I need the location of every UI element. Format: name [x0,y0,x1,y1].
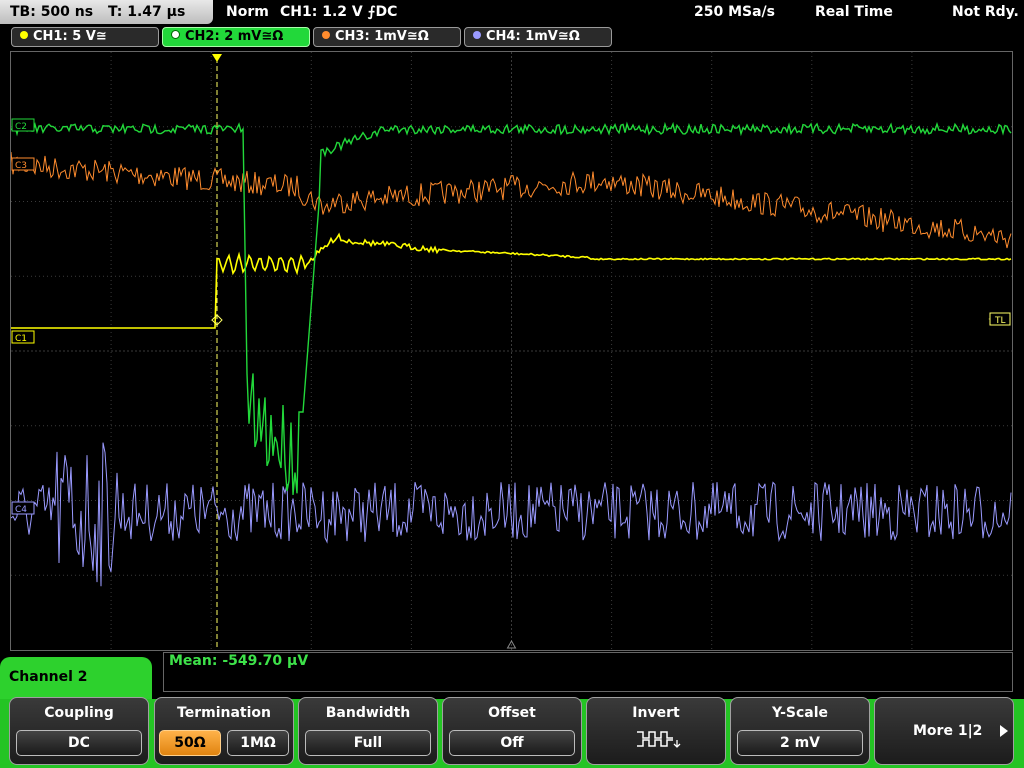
ch3-dot-icon [322,31,330,39]
invert-waveform-icon [637,731,681,748]
ch1-offset-marker[interactable]: C1 [11,330,35,344]
offset-value[interactable]: Off [449,730,575,756]
termination-softkey[interactable]: Termination 50Ω 1MΩ [154,697,294,765]
bandwidth-value[interactable]: Full [305,730,431,756]
invert-softkey[interactable]: Invert [586,697,726,765]
ch2-dot-icon [171,30,180,39]
sample-rate: 250 MSa/s [694,4,776,20]
trigger-time-value: T: 1.47 µs [107,4,186,20]
acquisition-state: Not Rdy. [952,4,1019,20]
invert-title: Invert [632,705,680,721]
trigger-mode[interactable]: Norm [226,3,269,21]
scope-grid: C2 C3 C1 C4 TL [11,52,1012,650]
timebase-value: TB: 500 ns [10,4,94,20]
menu-title: Channel 2 [0,657,152,699]
trigger-level-marker[interactable]: TL [988,312,1011,326]
ch1-dot-icon [20,31,28,39]
arrow-right-icon [1000,725,1008,737]
ch4-dot-icon [473,31,481,39]
tab-ch3[interactable]: CH3: 1mV≅Ω [313,27,461,47]
timebase-box[interactable]: TB: 500 ns T: 1.47 µs [0,0,213,24]
acquisition-mode: Real Time [815,4,893,20]
more-label: More 1|2 [913,723,983,739]
ch2-offset-marker-label: C2 [15,122,27,132]
tab-ch4[interactable]: CH4: 1mV≅Ω [464,27,612,47]
ch3-offset-marker[interactable]: C3 [11,157,35,171]
tab-ch2[interactable]: CH2: 2 mV≅Ω [162,27,310,47]
yscale-title: Y-Scale [771,705,828,721]
tab-ch1-label: CH1: 5 V≅ [33,29,107,44]
termination-title: Termination [177,705,271,721]
ch3-offset-marker-label: C3 [15,161,27,171]
coupling-softkey[interactable]: Coupling DC [9,697,149,765]
yscale-softkey[interactable]: Y-Scale 2 mV [730,697,870,765]
coupling-value[interactable]: DC [16,730,142,756]
ch4-offset-marker-label: C4 [15,505,27,515]
ch4-offset-marker[interactable]: C4 [11,501,35,515]
waveform-display[interactable]: C2 C3 C1 C4 TL [10,51,1013,651]
tab-ch3-label: CH3: 1mV≅Ω [335,29,429,44]
offset-softkey[interactable]: Offset Off [442,697,582,765]
trigger-level-label: TL [994,316,1006,326]
coupling-title: Coupling [44,705,114,721]
tab-ch4-label: CH4: 1mV≅Ω [486,29,580,44]
ch1-offset-marker-label: C1 [15,334,27,344]
trigger-source[interactable]: CH1: 1.2 V ⨍DC [280,3,397,21]
trigger-position-marker-icon[interactable] [212,54,222,62]
offset-title: Offset [488,705,536,721]
termination-50ohm-option[interactable]: 50Ω [159,730,221,756]
more-softkey[interactable]: More 1|2 [874,697,1014,765]
bandwidth-softkey[interactable]: Bandwidth Full [298,697,438,765]
termination-1mohm-option[interactable]: 1MΩ [227,730,289,756]
tab-ch2-label: CH2: 2 mV≅Ω [185,29,284,44]
tab-ch1[interactable]: CH1: 5 V≅ [11,27,159,47]
bandwidth-title: Bandwidth [325,705,411,721]
ch2-offset-marker[interactable]: C2 [11,118,35,132]
mean-measurement: Mean: -549.70 µV [169,653,309,669]
yscale-value[interactable]: 2 mV [737,730,863,756]
